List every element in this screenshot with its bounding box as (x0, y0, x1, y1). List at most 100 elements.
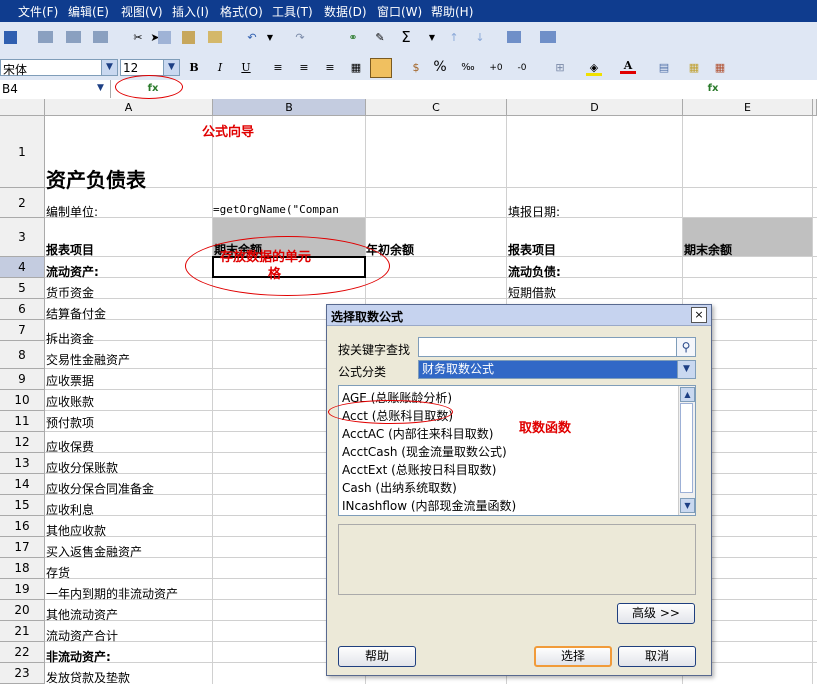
cancel-button[interactable]: 取消 (618, 646, 696, 667)
row-header[interactable]: 2 (0, 188, 45, 218)
close-icon[interactable]: × (691, 307, 707, 323)
borders-icon[interactable]: ⊞ (552, 60, 568, 76)
row-header[interactable]: 6 (0, 299, 45, 320)
percent-icon[interactable]: % (432, 59, 448, 75)
menu-edit[interactable]: 编辑(E) (68, 3, 109, 20)
print-preview-icon[interactable] (66, 31, 81, 43)
row-header[interactable]: 3 (0, 218, 45, 257)
menu-format[interactable]: 格式(O) (220, 3, 263, 20)
redo-icon[interactable]: ↷ (292, 30, 308, 46)
insert-row-icon[interactable]: ▤ (656, 60, 672, 76)
menu-window[interactable]: 窗口(W) (377, 3, 422, 20)
row-header[interactable]: 1 (0, 116, 45, 188)
undo-icon[interactable]: ↶ (244, 30, 260, 46)
sort-ascending-icon[interactable]: ↑ (446, 30, 462, 46)
help-button[interactable]: 帮助 (338, 646, 416, 667)
underline-icon[interactable]: U (238, 60, 254, 76)
copy-icon[interactable] (158, 31, 171, 44)
row-header[interactable]: 14 (0, 474, 45, 495)
select-all-corner[interactable] (0, 99, 45, 116)
category-select[interactable]: 财务取数公式 ▼ (418, 360, 696, 379)
paste-icon[interactable] (182, 31, 195, 44)
row-header[interactable]: 15 (0, 495, 45, 516)
lock-icon[interactable] (370, 58, 392, 78)
chevron-down-icon[interactable]: ▼ (101, 60, 117, 75)
currency-icon[interactable]: $ (408, 60, 424, 76)
select-button[interactable]: 选择 (534, 646, 612, 667)
scroll-down-icon[interactable]: ▼ (680, 498, 695, 513)
cut-icon[interactable]: ✂ (130, 30, 146, 46)
row-header[interactable]: 7 (0, 320, 45, 341)
row-header[interactable]: 12 (0, 432, 45, 453)
column-header-c[interactable]: C (366, 99, 507, 116)
sort-descending-icon[interactable]: ↓ (472, 30, 488, 46)
align-center-icon[interactable]: ≡ (296, 60, 312, 76)
search-input[interactable]: ⚲ (418, 337, 696, 357)
align-left-icon[interactable]: ≡ (270, 60, 286, 76)
name-box[interactable]: B4 ▼ (0, 80, 111, 98)
menu-file[interactable]: 文件(F) (18, 3, 58, 20)
list-item-cash[interactable]: Cash (出纳系统取数) (342, 479, 457, 496)
font-color-icon[interactable]: A (620, 58, 636, 74)
scroll-up-icon[interactable]: ▲ (680, 387, 695, 402)
row-header[interactable]: 8 (0, 341, 45, 369)
row-header[interactable]: 5 (0, 278, 45, 299)
pencil-icon[interactable]: ✎ (372, 30, 388, 46)
list-item-acctac[interactable]: AcctAC (内部往来科目取数) (342, 425, 493, 442)
hyperlink-icon[interactable]: ⚭ (345, 30, 361, 46)
save-icon[interactable] (4, 31, 17, 44)
column-header-e[interactable]: E (683, 99, 813, 116)
row-header[interactable]: 9 (0, 369, 45, 390)
menu-insert[interactable]: 插入(I) (172, 3, 209, 20)
format-painter-icon[interactable] (208, 31, 222, 43)
row-header[interactable]: 21 (0, 621, 45, 642)
calendar-icon[interactable] (507, 31, 521, 43)
row-header[interactable]: 20 (0, 600, 45, 621)
menu-help[interactable]: 帮助(H) (431, 3, 473, 20)
row-header[interactable]: 16 (0, 516, 45, 537)
chevron-down-icon[interactable]: ▼ (94, 82, 107, 95)
font-size-select[interactable]: 12 ▼ (120, 59, 180, 76)
decrease-decimal-icon[interactable]: -0 (514, 60, 530, 76)
row-header[interactable]: 23 (0, 663, 45, 684)
autosum-dropdown-icon[interactable]: ▼ (424, 30, 440, 46)
print-icon[interactable] (38, 31, 53, 43)
table-format-icon[interactable]: ▦ (712, 60, 728, 76)
row-header[interactable]: 18 (0, 558, 45, 579)
column-header-d[interactable]: D (507, 99, 683, 116)
bold-icon[interactable]: B (186, 60, 202, 76)
list-item-acctcash[interactable]: AcctCash (现金流量取数公式) (342, 443, 507, 460)
chevron-down-icon[interactable]: ▼ (163, 60, 179, 75)
font-name-select[interactable]: 宋体 ▼ (0, 59, 118, 77)
align-right-icon[interactable]: ≡ (322, 60, 338, 76)
row-header[interactable]: 22 (0, 642, 45, 663)
chevron-down-icon[interactable]: ▼ (677, 361, 695, 378)
column-header-f[interactable] (813, 99, 817, 116)
formula-wizard-icon-right[interactable]: fx (705, 81, 721, 97)
list-scrollbar[interactable]: ▲ ▼ (678, 386, 695, 515)
row-header[interactable]: 19 (0, 579, 45, 600)
search-icon[interactable]: ⚲ (676, 338, 695, 356)
row-header[interactable]: 17 (0, 537, 45, 558)
export-icon[interactable] (540, 31, 556, 43)
advanced-button[interactable]: 高级 >> (617, 603, 695, 624)
row-header[interactable]: 13 (0, 453, 45, 474)
increase-decimal-icon[interactable]: +0 (488, 60, 504, 76)
autosum-icon[interactable]: Σ (398, 29, 414, 45)
undo-dropdown-icon[interactable]: ▼ (262, 30, 278, 46)
merge-cells-icon[interactable]: ▦ (348, 60, 364, 76)
grid-format-icon[interactable]: ▦ (686, 60, 702, 76)
permille-icon[interactable]: ‰ (460, 60, 476, 76)
row-header[interactable]: 4 (0, 257, 45, 278)
fill-color-icon[interactable]: ◈ (586, 60, 602, 76)
column-header-b[interactable]: B (213, 99, 366, 116)
print-setup-icon[interactable] (93, 31, 108, 43)
dialog-title-bar[interactable]: 选择取数公式 × (327, 305, 711, 326)
column-header-a[interactable]: A (45, 99, 213, 116)
list-item-incashflow[interactable]: INcashflow (内部现金流量函数) (342, 497, 516, 514)
italic-icon[interactable]: I (212, 60, 228, 76)
menu-data[interactable]: 数据(D) (324, 3, 367, 20)
menu-view[interactable]: 视图(V) (121, 3, 163, 20)
row-header[interactable]: 10 (0, 390, 45, 411)
scroll-thumb[interactable] (680, 403, 693, 493)
